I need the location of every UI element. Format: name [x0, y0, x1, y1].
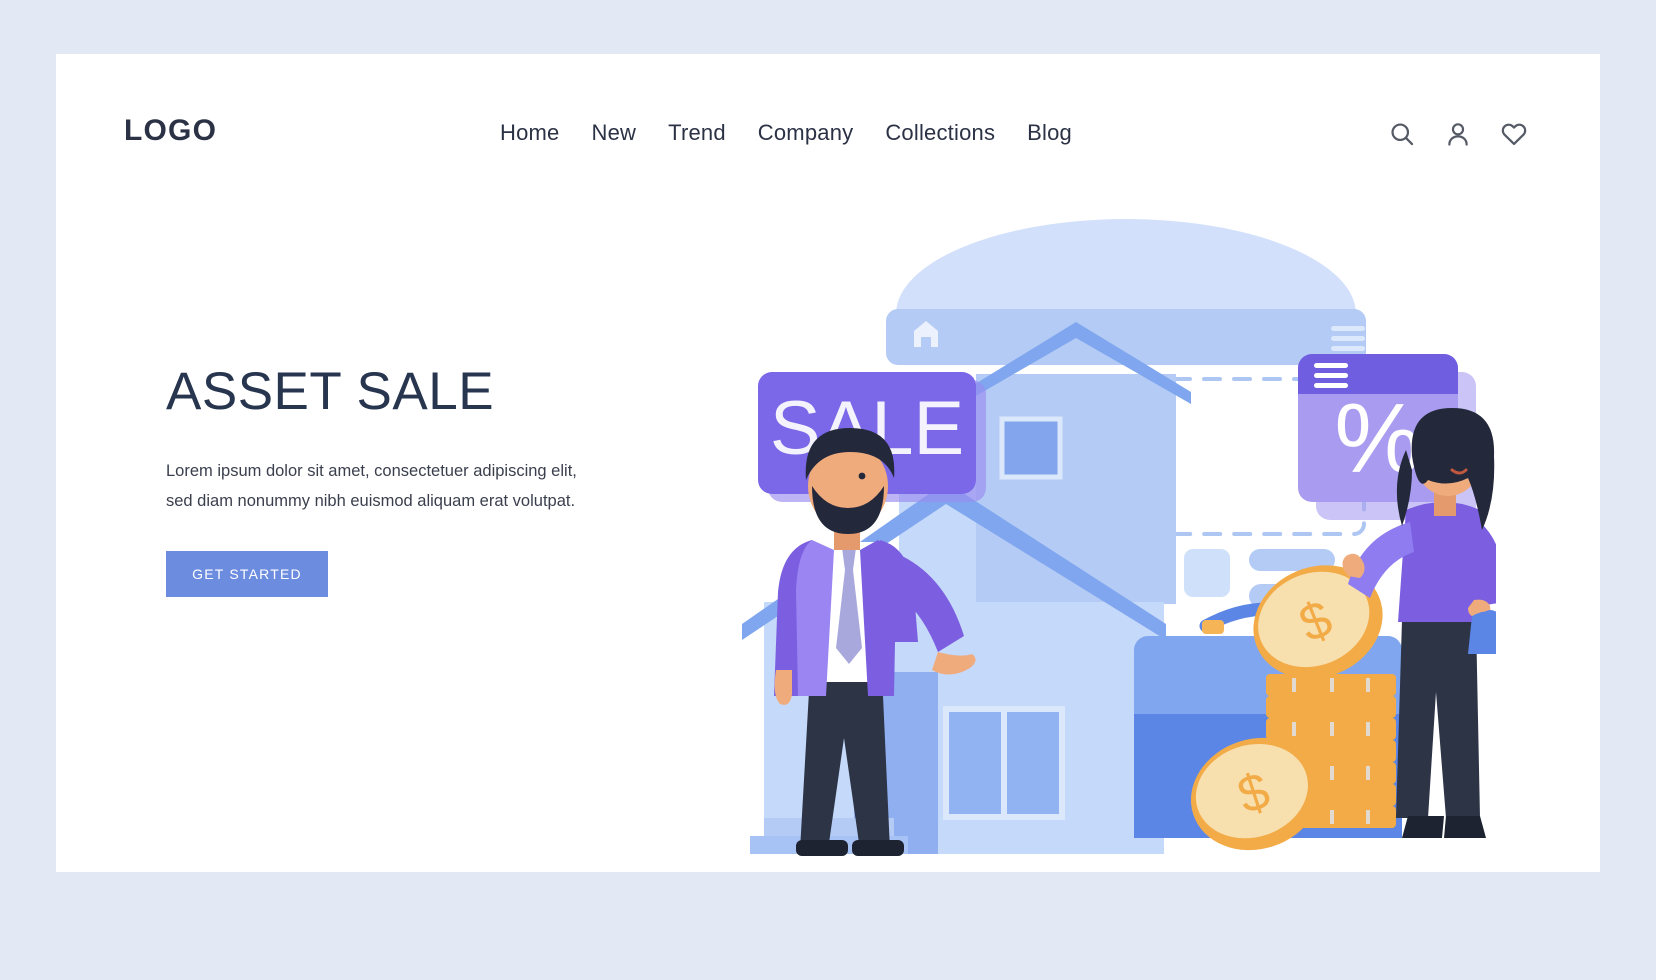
hamburger-icon	[1331, 326, 1365, 351]
nav-item-blog[interactable]: Blog	[1027, 120, 1072, 146]
hero-description: Lorem ipsum dolor sit amet, consectetuer…	[166, 461, 577, 511]
logo[interactable]: LOGO	[124, 114, 217, 148]
header-icon-group	[1388, 120, 1528, 148]
nav-item-collections[interactable]: Collections	[885, 120, 995, 146]
get-started-button[interactable]: GET STARTED	[166, 550, 328, 597]
hero-copy: ASSET SALE Lorem ipsum dolor sit amet, c…	[166, 364, 646, 597]
hero-illustration: SALE % $ $	[646, 204, 1496, 884]
page-title: ASSET SALE	[166, 362, 495, 421]
browser-mockup	[886, 219, 1366, 365]
nav-item-new[interactable]: New	[592, 120, 637, 146]
user-icon[interactable]	[1444, 120, 1472, 148]
nav-item-company[interactable]: Company	[758, 120, 854, 146]
nav-item-trend[interactable]: Trend	[668, 120, 726, 146]
search-icon[interactable]	[1388, 120, 1416, 148]
site-header: LOGO Home New Trend Company Collections …	[56, 54, 1600, 194]
main-navigation: Home New Trend Company Collections Blog	[500, 120, 1072, 146]
heart-icon[interactable]	[1500, 120, 1528, 148]
nav-item-home[interactable]: Home	[500, 120, 560, 146]
page-card: LOGO Home New Trend Company Collections …	[56, 54, 1600, 872]
